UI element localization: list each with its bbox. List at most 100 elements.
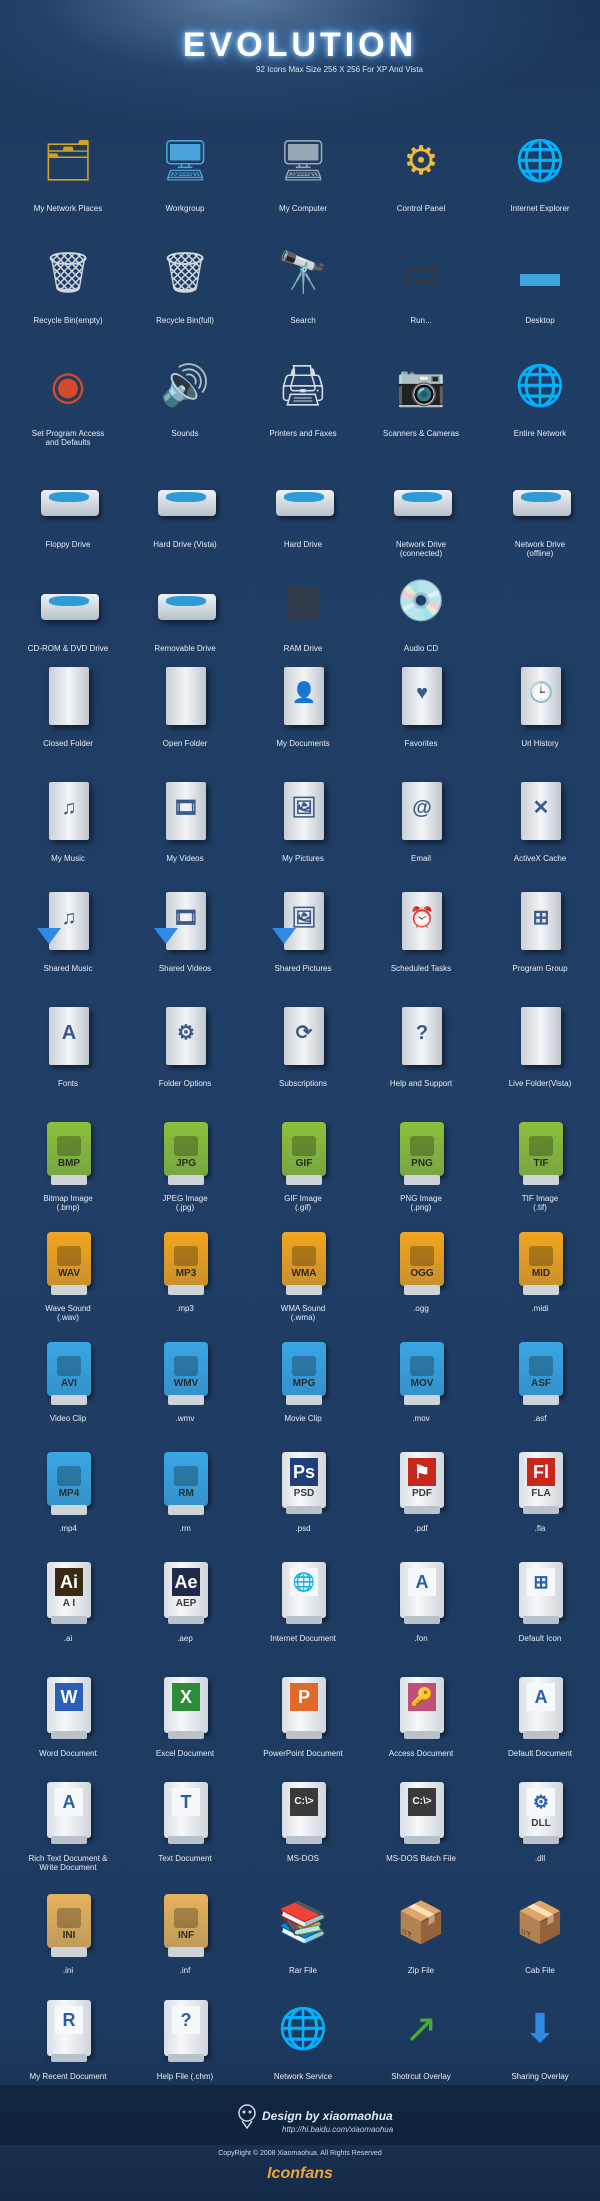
- icon-tile[interactable]: 🔑 Access Document: [361, 1673, 481, 1783]
- icon-tile[interactable]: ⟳ Subscriptions: [243, 1003, 363, 1113]
- icon-tile[interactable]: RM .rm: [125, 1448, 245, 1558]
- icon-tile[interactable]: TIF TIF Image (.tif): [480, 1118, 600, 1228]
- icon-tile[interactable]: ♫ Shared Music: [8, 888, 128, 998]
- icon-tile[interactable]: GIF GIF Image (.gif): [243, 1118, 363, 1228]
- icon-tile[interactable]: WMV .wmv: [125, 1338, 245, 1448]
- icon-tile[interactable]: 🕒 Url History: [480, 663, 600, 773]
- icon-tile[interactable]: MOV .mov: [361, 1338, 481, 1448]
- icon-tile[interactable]: ⚙ Folder Options: [125, 1003, 245, 1113]
- printer-icon: 🖨: [277, 364, 329, 408]
- icon-tile[interactable]: Fl FLA .fla: [480, 1448, 600, 1558]
- icon-tile[interactable]: MP3 .mp3: [125, 1228, 245, 1338]
- icon-tile[interactable]: ⚑ PDF .pdf: [361, 1448, 481, 1558]
- rar-file-icon: 📚: [278, 1901, 328, 1945]
- icon-tile[interactable]: 🔭 Search: [243, 240, 363, 350]
- icon-tile[interactable]: 📦 Cab File: [480, 1890, 600, 2000]
- icon-tile[interactable]: X Excel Document: [125, 1673, 245, 1783]
- icon-tile[interactable]: BMP Bitmap Image (.bmp): [8, 1118, 128, 1228]
- icon-tile[interactable]: 📦 Zip File: [361, 1890, 481, 2000]
- icon-tile[interactable]: 💿 Audio CD: [361, 568, 481, 678]
- icon-tile[interactable]: MID .midi: [480, 1228, 600, 1338]
- icon-label: Hard Drive: [283, 540, 323, 549]
- icon-tile[interactable]: Network Drive (connected): [361, 464, 481, 574]
- program-access-icon: ◉: [50, 364, 86, 408]
- icon-tile[interactable]: 📷 Scanners & Cameras: [361, 353, 481, 463]
- icon-tile[interactable]: INI .ini: [8, 1890, 128, 2000]
- icon-tile[interactable]: C:\> MS-DOS Batch File: [361, 1778, 481, 1888]
- my-documents-icon: 👤: [270, 663, 336, 735]
- icon-tile[interactable]: 🖨 Printers and Faxes: [243, 353, 363, 463]
- icon-tile[interactable]: 🌐 Internet Document: [243, 1558, 363, 1668]
- icon-tile[interactable]: ⏰ Scheduled Tasks: [361, 888, 481, 998]
- icon-tile[interactable]: Ps PSD .psd: [243, 1448, 363, 1558]
- icon-label: WMA Sound (.wma): [280, 1304, 326, 1322]
- icon-tile[interactable]: A .fon: [361, 1558, 481, 1668]
- author-url[interactable]: http://hi.baidu.com/xiaomaohua: [282, 2125, 393, 2134]
- icon-tile[interactable]: ▬ Desktop: [480, 240, 600, 350]
- icon-tile[interactable]: 🗑 Recycle Bin(empty): [8, 240, 128, 350]
- icon-tile[interactable]: 🖥 Workgroup: [125, 128, 245, 238]
- icon-tile[interactable]: INF .inf: [125, 1890, 245, 2000]
- icon-tile[interactable]: Ae AEP .aep: [125, 1558, 245, 1668]
- icon-tile[interactable]: ⊞ Program Group: [480, 888, 600, 998]
- computer-icon: 🖥: [277, 139, 329, 183]
- icon-tile[interactable]: 📚 Rar File: [243, 1890, 363, 2000]
- icon-tile[interactable]: 🖼 Shared Pictures: [243, 888, 363, 998]
- icon-label: Recycle Bin(empty): [33, 316, 103, 325]
- icon-tile[interactable]: AVI Video Clip: [8, 1338, 128, 1448]
- icon-tile[interactable]: P PowerPoint Document: [243, 1673, 363, 1783]
- network-drive-connected-icon: [388, 464, 454, 536]
- icon-tile[interactable]: WMA WMA Sound (.wma): [243, 1228, 363, 1338]
- icon-tile[interactable]: 🖼 My Pictures: [243, 778, 363, 888]
- icon-tile[interactable]: 🎞 Shared Videos: [125, 888, 245, 998]
- icon-tile[interactable]: 🗑 Recycle Bin(full): [125, 240, 245, 350]
- icon-label: Sharing Overlay: [511, 2072, 569, 2081]
- icon-tile[interactable]: Hard Drive: [243, 464, 363, 574]
- icon-tile[interactable]: T Text Document: [125, 1778, 245, 1888]
- icon-tile[interactable]: 🎞 My Videos: [125, 778, 245, 888]
- icon-tile[interactable]: 👤 My Documents: [243, 663, 363, 773]
- icon-tile[interactable]: ▦ RAM Drive: [243, 568, 363, 678]
- icon-tile[interactable]: ⚙ DLL .dll: [480, 1778, 600, 1888]
- icon-tile[interactable]: ♫ My Music: [8, 778, 128, 888]
- icon-tile[interactable]: ⊞ Default Icon: [480, 1558, 600, 1668]
- icon-tile[interactable]: Ai A I .ai: [8, 1558, 128, 1668]
- icon-tile[interactable]: A Default Document: [480, 1673, 600, 1783]
- icon-tile[interactable]: Hard Drive (Vista): [125, 464, 245, 574]
- icon-tile[interactable]: JPG JPEG Image (.jpg): [125, 1118, 245, 1228]
- icon-tile[interactable]: 🗂 My Network Places: [8, 128, 128, 238]
- icon-tile[interactable]: ▭ Run...: [361, 240, 481, 350]
- icon-tile[interactable]: Floppy Drive: [8, 464, 128, 574]
- icon-tile[interactable]: Live Folder(Vista): [480, 1003, 600, 1113]
- icon-tile[interactable]: @ Email: [361, 778, 481, 888]
- icon-tile[interactable]: A Rich Text Document & Write Document: [8, 1778, 128, 1888]
- icon-tile[interactable]: WAV Wave Sound (.wav): [8, 1228, 128, 1338]
- icon-label: My Pictures: [282, 854, 324, 863]
- icon-tile[interactable]: MP4 .mp4: [8, 1448, 128, 1558]
- icon-tile[interactable]: ◉ Set Program Access and Defaults: [8, 353, 128, 463]
- icon-label: Hard Drive (Vista): [153, 540, 217, 549]
- recent-document-icon: R: [35, 1996, 101, 2068]
- icon-tile[interactable]: ⚙ Control Panel: [361, 128, 481, 238]
- icon-tile[interactable]: MPG Movie Clip: [243, 1338, 363, 1448]
- icon-tile[interactable]: A Fonts: [8, 1003, 128, 1113]
- icon-tile[interactable]: 🔊 Sounds: [125, 353, 245, 463]
- icon-tile[interactable]: 🌐 Entire Network: [480, 353, 600, 463]
- icon-label: Internet Explorer: [510, 204, 570, 213]
- icon-tile[interactable]: Open Folder: [125, 663, 245, 773]
- icon-tile[interactable]: ✕ ActiveX Cache: [480, 778, 600, 888]
- icon-tile[interactable]: 🌐 Internet Explorer: [480, 128, 600, 238]
- icon-tile[interactable]: Closed Folder: [8, 663, 128, 773]
- icon-tile[interactable]: W Word Document: [8, 1673, 128, 1783]
- icon-label: GIF Image (.gif): [284, 1194, 322, 1212]
- icon-tile[interactable]: Removable Drive: [125, 568, 245, 678]
- icon-tile[interactable]: 🖥 My Computer: [243, 128, 363, 238]
- icon-tile[interactable]: C:\> MS-DOS: [243, 1778, 363, 1888]
- icon-tile[interactable]: Network Drive (offline): [480, 464, 600, 574]
- icon-tile[interactable]: ? Help and Support: [361, 1003, 481, 1113]
- icon-tile[interactable]: ASF .asf: [480, 1338, 600, 1448]
- icon-tile[interactable]: OGG .ogg: [361, 1228, 481, 1338]
- icon-tile[interactable]: PNG PNG Image (.png): [361, 1118, 481, 1228]
- icon-tile[interactable]: CD-ROM & DVD Drive: [8, 568, 128, 678]
- icon-tile[interactable]: ♥ Favorites: [361, 663, 481, 773]
